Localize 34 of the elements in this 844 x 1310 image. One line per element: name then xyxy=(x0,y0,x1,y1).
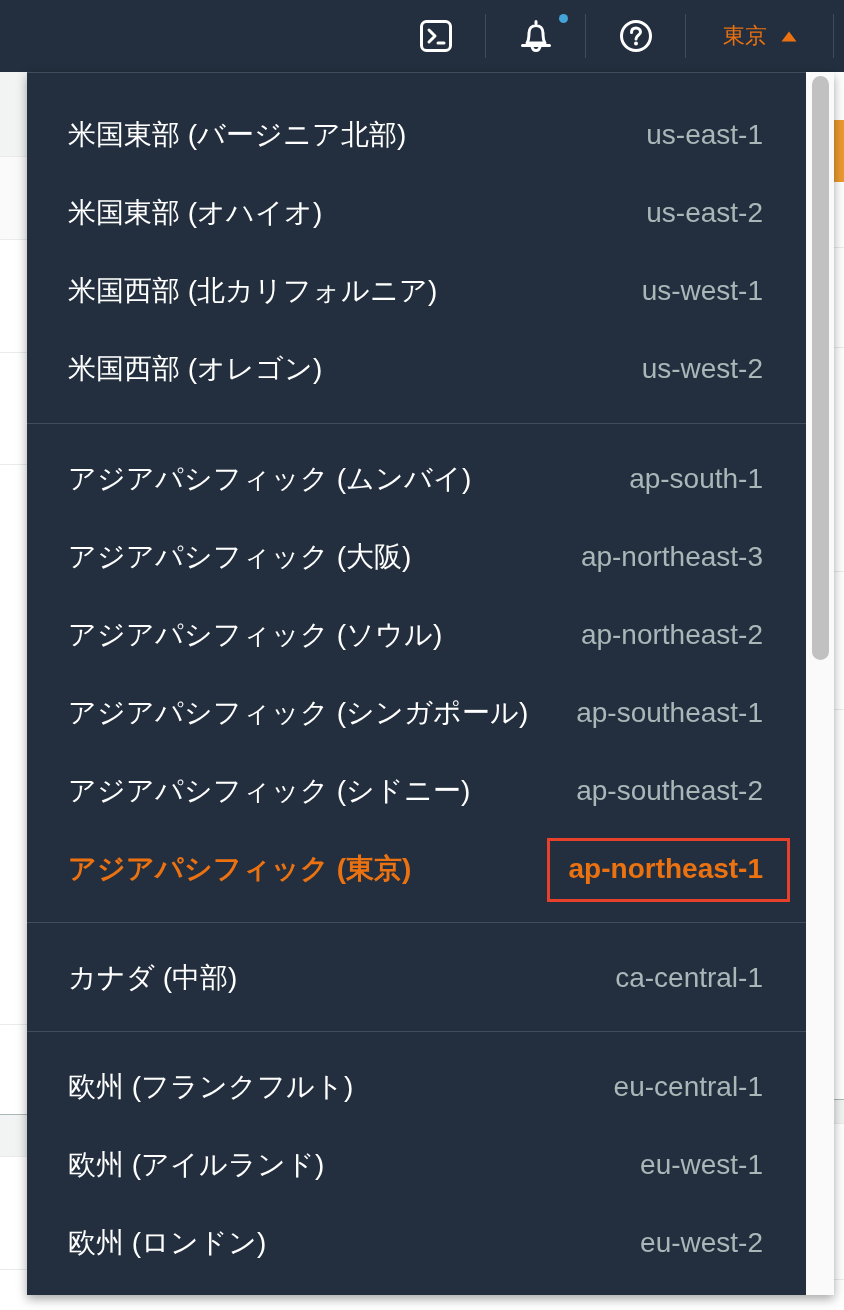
region-code: ap-northeast-3 xyxy=(580,541,763,572)
region-code: ap-southeast-2 xyxy=(576,775,763,806)
region-option[interactable]: アジアパシフィック (ムンバイ) xyxy=(68,461,472,497)
region-option[interactable]: 米国東部 (バージニア北部) xyxy=(68,117,407,153)
help-icon[interactable] xyxy=(619,20,652,52)
region-code: ca-central-1 xyxy=(615,962,763,993)
region-option[interactable]: 米国西部 (オレゴン) xyxy=(68,351,323,387)
region-code: eu-central-1 xyxy=(613,1071,763,1102)
region-code: us-west-1 xyxy=(641,275,763,306)
region-option[interactable]: アジアパシフィック (シドニー) xyxy=(68,773,471,809)
region-option[interactable]: 欧州 (フランクフルト) xyxy=(68,1069,354,1105)
region-option[interactable]: アジアパシフィック (シンガポール) xyxy=(68,695,529,731)
region-code: ap-south-1 xyxy=(629,463,763,494)
scrollbar-thumb[interactable] xyxy=(811,76,829,660)
region-code: ap-northeast-1 xyxy=(568,853,763,884)
region-code: eu-west-2 xyxy=(640,1227,763,1258)
region-code: eu-west-1 xyxy=(640,1149,763,1180)
region-code: us-east-1 xyxy=(646,119,763,150)
region-option[interactable]: 欧州 (アイルランド) xyxy=(68,1147,325,1183)
region-code: us-west-2 xyxy=(641,353,763,384)
bell-icon[interactable] xyxy=(518,19,553,53)
region-code: ap-northeast-2 xyxy=(580,619,763,650)
region-code: us-east-2 xyxy=(646,197,763,228)
table-header-background xyxy=(0,1115,27,1157)
terminal-icon[interactable] xyxy=(419,20,452,52)
region-option[interactable]: カナダ (中部) xyxy=(68,960,238,996)
region-option[interactable]: アジアパシフィック (大阪) xyxy=(68,539,412,575)
region-option[interactable]: アジアパシフィック (ソウル) xyxy=(68,617,443,653)
region-code: ap-southeast-1 xyxy=(576,697,763,728)
region-selector[interactable]: 東京 xyxy=(722,20,797,52)
region-option[interactable]: 欧州 (ロンドン) xyxy=(68,1225,267,1261)
region-option[interactable]: 米国東部 (オハイオ) xyxy=(68,195,323,231)
region-option[interactable]: アジアパシフィック (東京) xyxy=(68,851,412,887)
region-option[interactable]: 米国西部 (北カリフォルニア) xyxy=(68,273,438,309)
